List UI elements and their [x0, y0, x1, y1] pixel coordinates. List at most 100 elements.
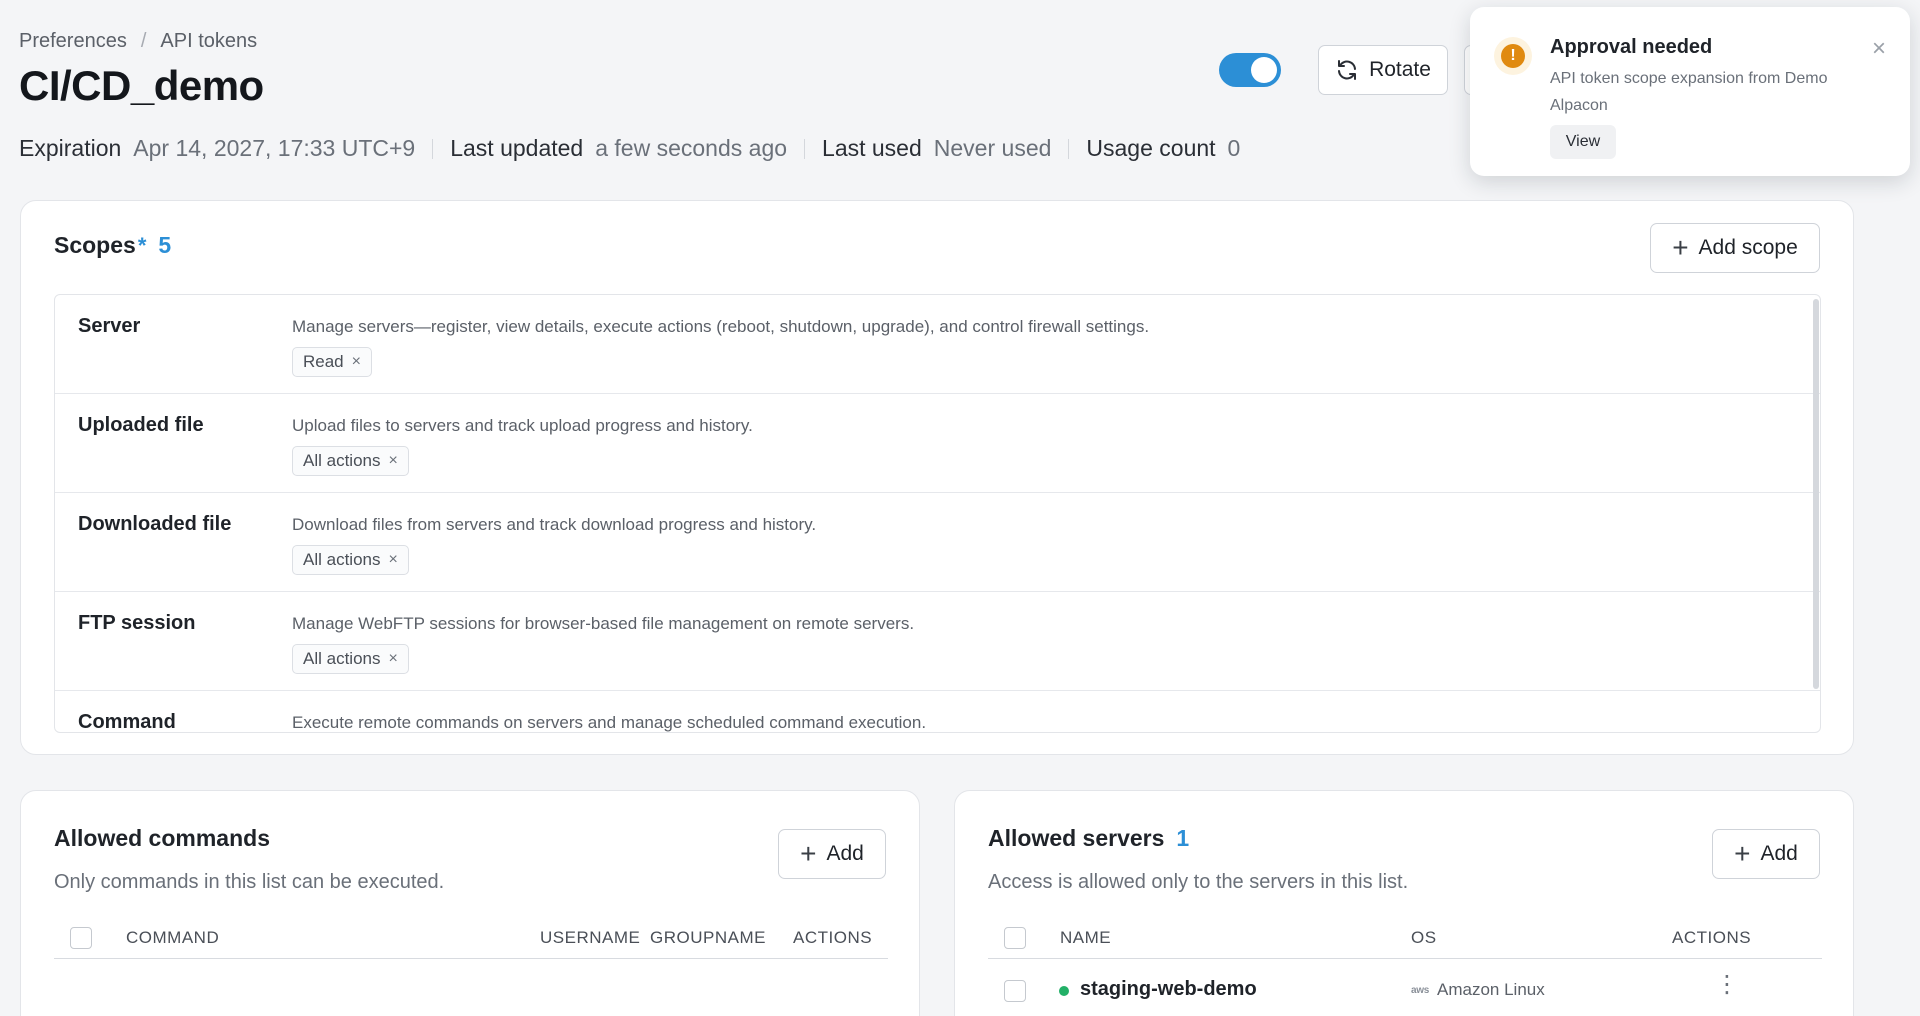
- last-updated-value: a few seconds ago: [595, 135, 788, 161]
- notification-body: API token scope expansion from Demo Alpa…: [1550, 70, 1828, 114]
- meta-divider: [804, 138, 806, 159]
- allowed-commands-title: Allowed commands: [54, 825, 270, 851]
- scope-name: Server: [78, 315, 141, 337]
- column-actions: ACTIONS: [793, 928, 873, 947]
- allowed-servers-card: Allowed servers 1 Access is allowed only…: [954, 790, 1854, 1016]
- remove-icon[interactable]: ×: [388, 650, 397, 668]
- servers-table-header: NAME OS ACTIONS: [988, 917, 1822, 959]
- scopes-title: Scopes * 5: [54, 232, 171, 259]
- token-meta: Expiration Apr 14, 2027, 17:33 UTC+9 Las…: [19, 135, 1240, 162]
- more-options-icon[interactable]: ⋮: [1715, 973, 1739, 997]
- add-server-label: Add: [1760, 842, 1798, 865]
- permission-chip: Read ×: [292, 347, 372, 377]
- page-title: CI/CD_demo: [19, 62, 264, 109]
- expiration-value: Apr 14, 2027, 17:33 UTC+9: [133, 135, 416, 161]
- rotate-label: Rotate: [1369, 58, 1431, 81]
- scope-list-scrollbar[interactable]: [1813, 299, 1819, 689]
- view-button[interactable]: View: [1550, 125, 1616, 159]
- breadcrumb-separator: /: [140, 30, 147, 52]
- permission-chip: All actions ×: [292, 644, 409, 674]
- scope-row-downloaded-file: Downloaded file Download files from serv…: [55, 493, 1820, 592]
- scope-list: Server Manage servers—register, view det…: [54, 294, 1821, 733]
- column-command[interactable]: COMMAND: [126, 928, 219, 948]
- warning-icon-wrapper: !: [1494, 37, 1532, 75]
- scopes-card: Scopes * 5 + Add scope Server Manage ser…: [20, 200, 1854, 755]
- allowed-servers-description: Access is allowed only to the servers in…: [988, 871, 1409, 893]
- table-row[interactable]: staging-web-demo aws Amazon Linux ⋮: [988, 971, 1822, 1016]
- permission-chip: All actions ×: [292, 545, 409, 575]
- last-used-label: Last used: [822, 135, 922, 161]
- add-scope-label: Add scope: [1698, 236, 1798, 259]
- expiration-label: Expiration: [19, 135, 122, 161]
- server-os-label: Amazon Linux: [1437, 980, 1545, 999]
- rotate-button[interactable]: Rotate: [1318, 45, 1448, 95]
- close-icon[interactable]: ×: [1872, 37, 1886, 61]
- last-updated-label: Last updated: [450, 135, 584, 161]
- column-actions: ACTIONS: [1672, 928, 1752, 947]
- scope-row-command: Command Execute remote commands on serve…: [55, 691, 1820, 733]
- scope-row-uploaded-file: Uploaded file Upload files to servers an…: [55, 394, 1820, 493]
- scope-name: FTP session: [78, 612, 196, 634]
- add-scope-button[interactable]: + Add scope: [1650, 223, 1820, 273]
- toggle-knob: [1251, 57, 1277, 83]
- allowed-commands-description: Only commands in this list can be execut…: [54, 871, 445, 893]
- commands-table-header: COMMAND USERNAME GROUPNAME ACTIONS: [54, 917, 888, 959]
- aws-icon: aws: [1411, 984, 1430, 996]
- meta-divider: [432, 138, 434, 159]
- breadcrumb-api-tokens[interactable]: API tokens: [160, 30, 257, 53]
- scope-description: Manage servers—register, view details, e…: [292, 317, 1150, 336]
- scope-description: Manage WebFTP sessions for browser-based…: [292, 614, 915, 633]
- select-all-checkbox[interactable]: [1004, 927, 1026, 949]
- permission-chip: All actions ×: [292, 446, 409, 476]
- permission-label: Read: [303, 352, 344, 371]
- column-name[interactable]: NAME: [1060, 928, 1111, 948]
- remove-icon[interactable]: ×: [388, 551, 397, 569]
- scope-name: Uploaded file: [78, 414, 204, 436]
- select-all-checkbox[interactable]: [70, 927, 92, 949]
- column-username[interactable]: USERNAME: [540, 928, 640, 948]
- permission-label: All actions: [303, 649, 381, 668]
- allowed-commands-card: Allowed commands Only commands in this l…: [20, 790, 920, 1016]
- breadcrumb-preferences[interactable]: Preferences: [19, 30, 127, 53]
- scope-name: Command: [78, 711, 176, 733]
- allowed-servers-count: 1: [1176, 825, 1190, 851]
- scope-description: Upload files to servers and track upload…: [292, 416, 753, 435]
- scope-row-server: Server Manage servers—register, view det…: [55, 295, 1820, 394]
- online-status-dot: [1059, 986, 1069, 996]
- remove-icon[interactable]: ×: [352, 353, 361, 371]
- allowed-servers-title: Allowed servers 1: [988, 825, 1189, 852]
- usage-count-value: 0: [1227, 135, 1241, 161]
- breadcrumb: Preferences / API tokens: [19, 30, 257, 53]
- permission-label: All actions: [303, 550, 381, 569]
- scope-description: Execute remote commands on servers and m…: [292, 713, 927, 732]
- remove-icon[interactable]: ×: [388, 452, 397, 470]
- add-server-button[interactable]: + Add: [1712, 829, 1820, 879]
- scopes-count: 5: [158, 232, 172, 258]
- permission-label: All actions: [303, 451, 381, 470]
- scope-description: Download files from servers and track do…: [292, 515, 817, 534]
- server-os: aws Amazon Linux: [1411, 980, 1545, 1000]
- add-command-label: Add: [826, 842, 864, 865]
- rotate-icon: [1338, 60, 1357, 80]
- server-name[interactable]: staging-web-demo: [1080, 978, 1257, 1001]
- meta-divider: [1068, 138, 1070, 159]
- scopes-title-text: Scopes: [54, 232, 136, 258]
- plus-icon: +: [1672, 232, 1689, 263]
- warning-icon: !: [1501, 44, 1525, 68]
- required-indicator: *: [137, 233, 147, 258]
- add-command-button[interactable]: + Add: [778, 829, 886, 879]
- allowed-servers-title-text: Allowed servers: [988, 825, 1165, 851]
- usage-count-label: Usage count: [1086, 135, 1216, 161]
- token-enabled-toggle[interactable]: [1219, 53, 1281, 87]
- scope-name: Downloaded file: [78, 513, 232, 535]
- plus-icon: +: [800, 838, 817, 869]
- plus-icon: +: [1734, 838, 1751, 869]
- column-groupname[interactable]: GROUPNAME: [650, 928, 766, 948]
- row-checkbox[interactable]: [1004, 980, 1026, 1002]
- scope-row-ftp-session: FTP session Manage WebFTP sessions for b…: [55, 592, 1820, 691]
- notification-title: Approval needed: [1550, 36, 1713, 58]
- column-os[interactable]: OS: [1411, 928, 1437, 948]
- approval-notification: ! Approval needed API token scope expans…: [1470, 7, 1910, 176]
- last-used-value: Never used: [933, 135, 1052, 161]
- api-token-detail-page: Preferences / API tokens CI/CD_demo Expi…: [0, 0, 1920, 1016]
